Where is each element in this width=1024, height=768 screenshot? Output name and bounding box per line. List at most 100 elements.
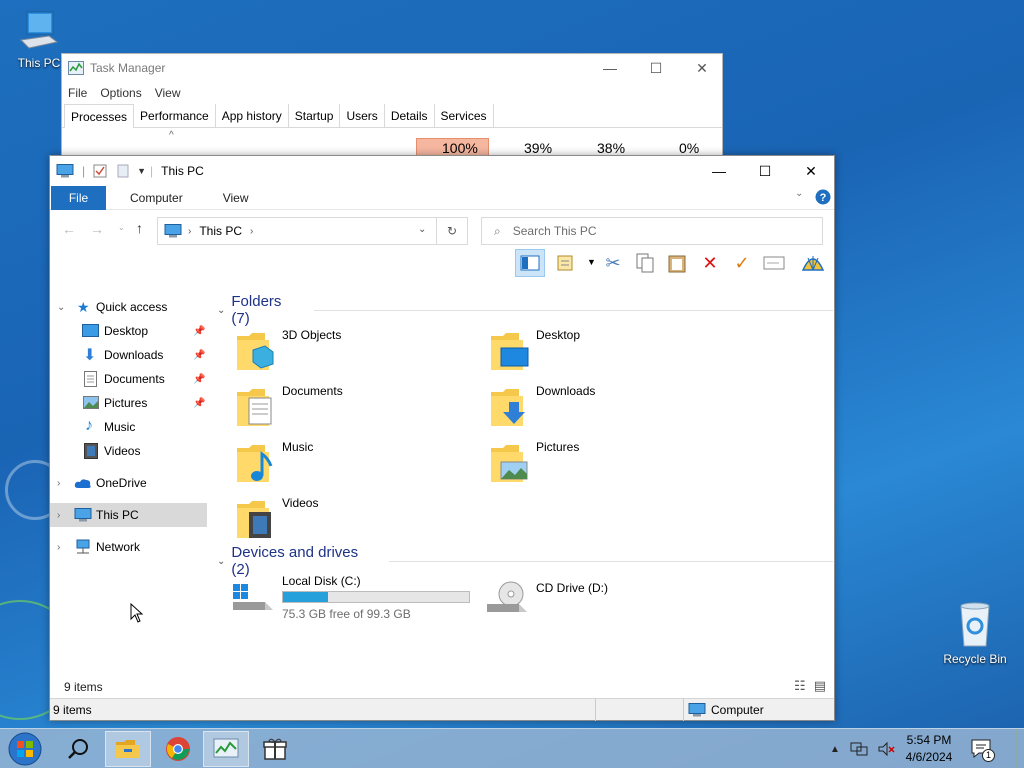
- folders-group-header[interactable]: ⌄ Folders (7): [217, 293, 833, 327]
- tab-details[interactable]: Details: [385, 104, 435, 128]
- collapsed-chevron-icon[interactable]: ›: [57, 510, 60, 521]
- preview-pane-button[interactable]: [515, 249, 545, 277]
- breadcrumb-chevron-icon[interactable]: ›: [250, 226, 253, 237]
- sort-up-icon[interactable]: ^: [169, 130, 174, 141]
- sidebar-item-quick-access[interactable]: ⌄ ★ Quick access: [50, 295, 207, 319]
- system-clock[interactable]: 5:54 PM 4/6/2024: [898, 732, 960, 766]
- properties-button[interactable]: [551, 249, 581, 277]
- ribbon-tab-computer[interactable]: Computer: [122, 191, 191, 205]
- properties-icon[interactable]: [93, 164, 107, 178]
- refresh-button[interactable]: ↻: [437, 217, 468, 245]
- minimize-button[interactable]: —: [696, 156, 742, 186]
- sidebar-item-music[interactable]: ♪ Music: [50, 415, 207, 439]
- task-manager-window[interactable]: Task Manager — ☐ ✕ File Options View Pro…: [61, 53, 723, 163]
- volume-muted-icon[interactable]: [878, 741, 896, 757]
- show-hidden-icons-icon[interactable]: ▲: [830, 744, 840, 755]
- up-arrow-icon[interactable]: ↑: [136, 220, 143, 236]
- tab-users[interactable]: Users: [340, 104, 385, 128]
- close-button[interactable]: ✕: [679, 54, 725, 82]
- folder-pictures[interactable]: Pictures: [489, 440, 729, 492]
- drive-cd-d[interactable]: CD Drive (D:): [485, 574, 725, 626]
- rename-button[interactable]: ✓: [727, 249, 757, 277]
- desktop-icon-recycle-bin[interactable]: Recycle Bin: [939, 600, 1011, 666]
- folder-documents[interactable]: Documents: [235, 384, 475, 436]
- pin-icon[interactable]: 📌: [193, 326, 205, 337]
- cut-button[interactable]: ✂: [598, 249, 628, 277]
- pin-icon[interactable]: 📌: [193, 398, 205, 409]
- ribbon-tab-file[interactable]: File: [51, 185, 106, 210]
- details-view-icon[interactable]: ☷: [794, 678, 806, 694]
- network-percent[interactable]: 0%: [679, 140, 699, 156]
- sidebar-item-videos[interactable]: Videos: [50, 439, 207, 463]
- tab-services[interactable]: Services: [435, 104, 494, 128]
- explorer-titlebar[interactable]: | ▼ | This PC — ☐ ✕: [50, 156, 834, 186]
- folder-music-icon: [237, 445, 273, 482]
- devices-group-header[interactable]: ⌄ Devices and drives (2): [217, 544, 833, 578]
- maximize-button[interactable]: ☐: [742, 156, 788, 186]
- folder-music[interactable]: Music: [235, 440, 475, 492]
- file-explorer-window[interactable]: | ▼ | This PC — ☐ ✕ File Computer View ⌄…: [49, 155, 835, 721]
- sidebar-item-onedrive[interactable]: › OneDrive: [50, 471, 207, 495]
- copy-button[interactable]: [630, 249, 660, 277]
- minimize-button[interactable]: —: [587, 54, 633, 82]
- cpu-percent[interactable]: 100%: [442, 140, 478, 156]
- tab-app-history[interactable]: App history: [216, 104, 289, 128]
- tab-performance[interactable]: Performance: [134, 104, 216, 128]
- folder-videos[interactable]: Videos: [235, 496, 475, 548]
- search-button[interactable]: [55, 731, 101, 767]
- close-button[interactable]: ✕: [788, 156, 834, 186]
- collapse-chevron-icon[interactable]: ⌄: [217, 305, 225, 316]
- address-dropdown-icon[interactable]: ⌄: [418, 224, 426, 235]
- folder-downloads[interactable]: Downloads: [489, 384, 729, 436]
- address-bar[interactable]: › This PC › ⌄: [157, 217, 437, 245]
- sidebar-item-pictures[interactable]: Pictures 📌: [50, 391, 207, 415]
- collapsed-chevron-icon[interactable]: ›: [57, 478, 60, 489]
- delete-button[interactable]: ✕: [695, 249, 725, 277]
- folder-3d-objects[interactable]: 3D Objects: [235, 328, 475, 380]
- sidebar-item-downloads[interactable]: ⬇ Downloads 📌: [50, 343, 207, 367]
- select-button[interactable]: [759, 249, 789, 277]
- ribbon-tab-view[interactable]: View: [215, 191, 257, 205]
- memory-percent[interactable]: 39%: [524, 140, 552, 156]
- paste-button[interactable]: [662, 249, 692, 277]
- pin-icon[interactable]: 📌: [193, 374, 205, 385]
- expand-ribbon-icon[interactable]: ⌄: [795, 188, 803, 199]
- dropdown-icon[interactable]: ▼: [587, 257, 596, 267]
- shell-button[interactable]: [798, 249, 828, 277]
- tab-startup[interactable]: Startup: [289, 104, 341, 128]
- disk-percent[interactable]: 38%: [597, 140, 625, 156]
- menu-view[interactable]: View: [155, 86, 181, 100]
- expanded-chevron-icon[interactable]: ⌄: [57, 302, 65, 313]
- new-folder-icon[interactable]: [117, 164, 129, 178]
- taskbar-chrome[interactable]: [155, 731, 201, 767]
- forward-arrow-icon[interactable]: →: [90, 221, 104, 237]
- collapsed-chevron-icon[interactable]: ›: [57, 542, 60, 553]
- menu-options[interactable]: Options: [100, 86, 141, 100]
- drive-local-disk-c[interactable]: Local Disk (C:) 75.3 GB free of 99.3 GB: [231, 574, 481, 626]
- start-button[interactable]: [2, 731, 48, 767]
- action-center-button[interactable]: 1: [970, 737, 995, 762]
- taskbar-app[interactable]: [252, 731, 298, 767]
- menu-file[interactable]: File: [68, 86, 87, 100]
- breadcrumb-this-pc[interactable]: This PC: [199, 224, 242, 238]
- pin-icon[interactable]: 📌: [193, 350, 205, 361]
- folder-desktop[interactable]: Desktop: [489, 328, 729, 380]
- taskbar-file-explorer[interactable]: [105, 731, 151, 767]
- large-icons-view-icon[interactable]: ▤: [814, 678, 826, 694]
- network-status-icon[interactable]: [850, 741, 868, 757]
- help-icon[interactable]: ?: [815, 189, 831, 205]
- breadcrumb-chevron-icon[interactable]: ›: [188, 226, 191, 237]
- collapse-chevron-icon[interactable]: ⌄: [217, 556, 225, 567]
- taskbar-task-manager[interactable]: [203, 731, 249, 767]
- tab-processes[interactable]: Processes: [64, 104, 135, 128]
- sidebar-item-desktop[interactable]: Desktop 📌: [50, 319, 207, 343]
- show-desktop-button[interactable]: [1016, 729, 1022, 768]
- maximize-button[interactable]: ☐: [633, 54, 679, 82]
- back-arrow-icon[interactable]: ←: [62, 221, 76, 237]
- sidebar-item-this-pc[interactable]: › This PC: [50, 503, 207, 527]
- search-box[interactable]: ⌕ Search This PC: [481, 217, 823, 245]
- sidebar-item-documents[interactable]: Documents 📌: [50, 367, 207, 391]
- quick-access-toolbar-dropdown-icon[interactable]: ▼: [137, 166, 146, 176]
- recent-locations-icon[interactable]: ⌄: [118, 223, 125, 232]
- sidebar-item-network[interactable]: › Network: [50, 535, 207, 559]
